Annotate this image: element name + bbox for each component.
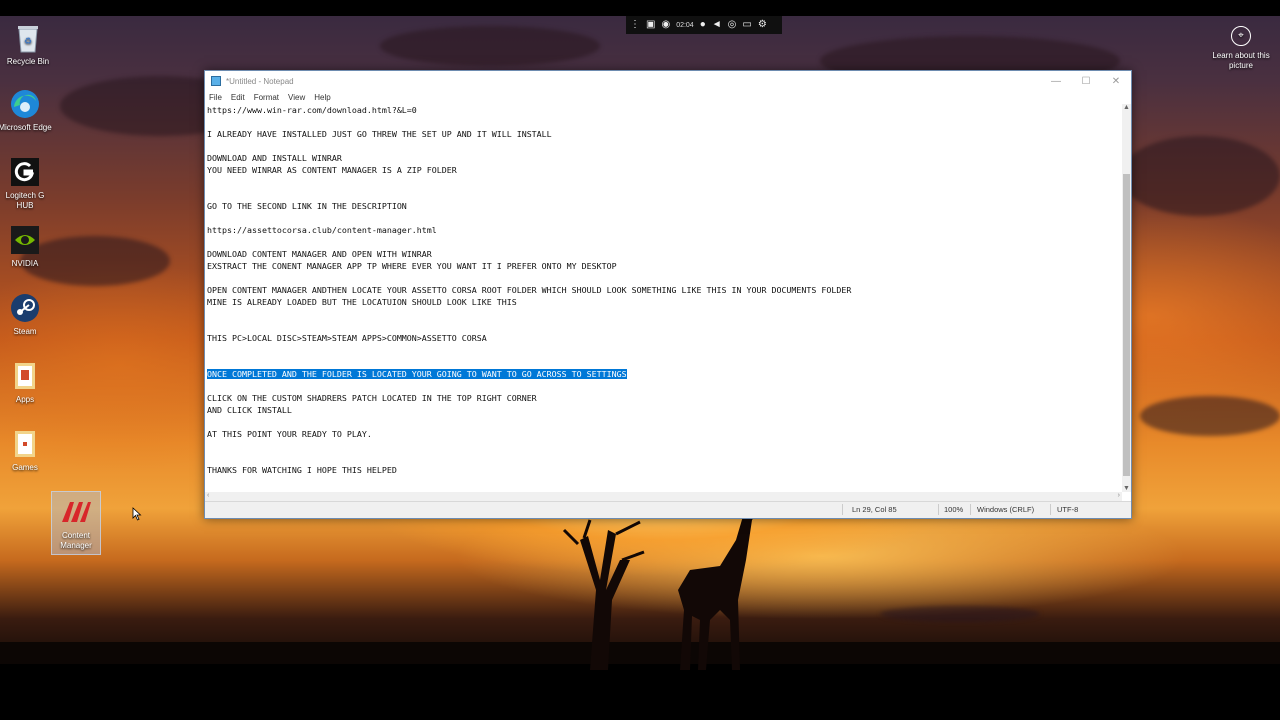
desktop-icon-label: Microsoft Edge	[0, 123, 52, 132]
desktop-icon-steam[interactable]: Steam	[0, 292, 53, 337]
desktop-icon-edge[interactable]: Microsoft Edge	[0, 88, 53, 133]
grip-icon[interactable]: ⋮	[630, 20, 640, 30]
menu-view[interactable]: View	[288, 93, 305, 102]
webcam-icon[interactable]: ◎	[728, 20, 737, 30]
folder-icon	[9, 360, 41, 392]
divider	[938, 504, 939, 515]
edge-icon	[9, 88, 41, 120]
desktop-icon-logitech[interactable]: Logitech G HUB	[0, 156, 53, 211]
line-ending: Windows (CRLF)	[977, 505, 1035, 514]
recording-toolbar: ⋮ ▣ ◉ 02:04 ● ◄ ◎ ▭ ⚙	[626, 16, 782, 34]
tree-giraffe-silhouette	[562, 502, 760, 670]
cloud	[880, 606, 1040, 622]
learn-about-picture[interactable]: ⌖ Learn about this picture	[1212, 26, 1270, 71]
mouse-cursor-icon	[132, 507, 142, 521]
desktop-icon-label: Games	[12, 463, 38, 472]
steam-icon	[9, 292, 41, 324]
divider	[970, 504, 971, 515]
folder-icon	[9, 428, 41, 460]
desktop-icon-label: Logitech G HUB	[5, 191, 45, 210]
status-bar: Ln 29, Col 85 100% Windows (CRLF) UTF-8	[205, 501, 1131, 518]
nvidia-icon	[9, 224, 41, 256]
cloud	[1120, 136, 1280, 216]
scroll-down-icon[interactable]: ▼	[1122, 485, 1131, 492]
menu-format[interactable]: Format	[254, 93, 279, 102]
desktop-icon-nvidia[interactable]: NVIDIA	[0, 224, 53, 269]
window-title: *Untitled - Notepad	[226, 76, 294, 86]
gear-icon[interactable]: ⚙	[758, 20, 767, 30]
desktop-icon-label: Content Manager	[60, 531, 92, 550]
selected-text: ONCE COMPLETED AND THE FOLDER IS LOCATED…	[207, 369, 627, 379]
record-icon[interactable]: ◉	[661, 20, 670, 30]
desktop-icon-games[interactable]: Games	[0, 428, 53, 473]
record-timer: 02:04	[676, 21, 694, 29]
zoom-level: 100%	[944, 505, 964, 514]
cursor-position: Ln 29, Col 85	[852, 505, 897, 514]
vertical-scrollbar[interactable]: ▲ ▼	[1122, 104, 1131, 492]
menu-bar: File Edit Format View Help	[205, 91, 1131, 104]
notepad-icon	[211, 76, 221, 86]
close-icon[interactable]: ✕	[1101, 76, 1131, 87]
scroll-up-icon[interactable]: ▲	[1122, 104, 1131, 111]
svg-text:♻: ♻	[24, 36, 32, 46]
recycle-bin-icon: ♻	[12, 22, 44, 54]
title-bar[interactable]: *Untitled - Notepad — ☐ ✕	[205, 71, 1131, 91]
desktop-icon-content-manager[interactable]: Content Manager	[51, 491, 101, 555]
encoding: UTF-8	[1057, 505, 1079, 514]
scroll-left-icon[interactable]: ‹	[207, 492, 209, 499]
notepad-window: *Untitled - Notepad — ☐ ✕ File Edit Form…	[204, 70, 1132, 519]
speaker-icon[interactable]: ◄	[712, 20, 722, 30]
editor-text: https://www.win-rar.com/download.html?&L…	[207, 105, 852, 343]
window-icon[interactable]: ▭	[742, 20, 751, 30]
desktop-icon-label: Steam	[13, 327, 37, 336]
minimize-icon[interactable]: —	[1041, 76, 1071, 87]
desktop-icon-label: Apps	[15, 395, 35, 404]
menu-help[interactable]: Help	[314, 93, 330, 102]
cloud	[1140, 396, 1280, 436]
menu-edit[interactable]: Edit	[231, 93, 245, 102]
menu-file[interactable]: File	[209, 93, 222, 102]
cloud	[380, 26, 600, 66]
desktop-icon-apps[interactable]: Apps	[0, 360, 53, 405]
camera-icon[interactable]: ▣	[646, 20, 655, 30]
divider	[1050, 504, 1051, 515]
desktop-icon-label: Recycle Bin	[6, 57, 50, 66]
microphone-icon[interactable]: ●	[700, 20, 706, 30]
camera-location-icon: ⌖	[1231, 26, 1251, 46]
editor-text: CLICK ON THE CUSTOM SHADRERS PATCH LOCAT…	[207, 393, 537, 475]
desktop-icon-recycle-bin[interactable]: ♻ Recycle Bin	[0, 22, 56, 67]
maximize-icon[interactable]: ☐	[1071, 76, 1101, 87]
scroll-thumb[interactable]	[1123, 174, 1130, 476]
scroll-right-icon[interactable]: ›	[1118, 492, 1120, 499]
divider	[842, 504, 843, 515]
learn-label: Learn about this picture	[1212, 51, 1270, 70]
logitech-icon	[9, 156, 41, 188]
content-manager-icon	[60, 496, 92, 528]
text-editor[interactable]: https://www.win-rar.com/download.html?&L…	[205, 104, 1122, 492]
desktop-icon-label: NVIDIA	[11, 259, 39, 268]
